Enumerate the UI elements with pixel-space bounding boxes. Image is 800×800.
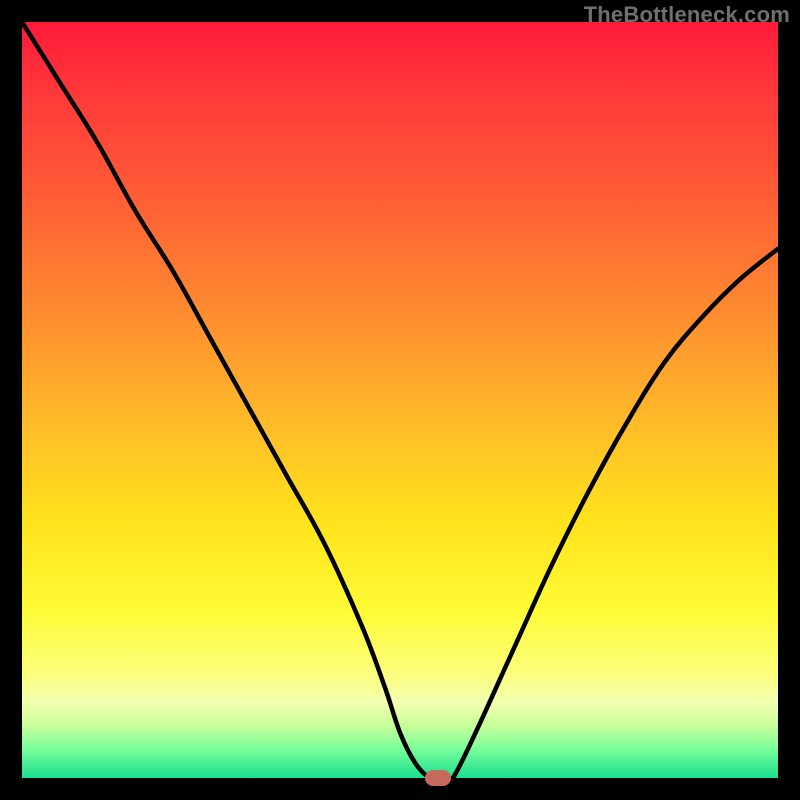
plot-gradient-area xyxy=(22,22,778,778)
outer-black-frame: TheBottleneck.com xyxy=(0,0,800,800)
bottleneck-curve xyxy=(22,22,778,778)
optimum-marker xyxy=(425,770,451,786)
